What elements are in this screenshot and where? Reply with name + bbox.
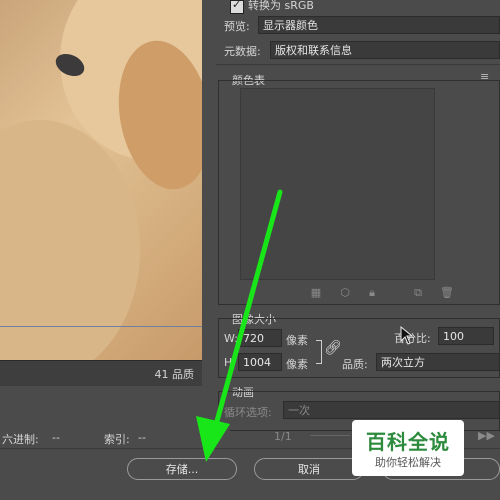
resample-quality-value: 两次立方 [381,356,425,369]
convert-srgb-label: 转换为 sRGB [248,0,314,12]
metadata-label: 元数据: [224,45,261,58]
frame-divider [310,435,350,436]
preview-quality-label: 41 品质 [154,368,195,381]
image-preview[interactable] [0,0,202,360]
percent-input[interactable]: 100 [438,327,494,345]
percent-value: 100 [443,330,464,343]
web-snap-icon[interactable]: ⬡ [339,287,351,299]
preview-select-value: 显示器颜色 [263,19,318,32]
hex-value: -- [52,431,60,444]
next-frame-icon[interactable]: ▶▶ [478,429,495,442]
mouse-cursor-icon [400,326,414,345]
arrow-shaft [211,189,283,435]
watermark-logo: 百科全说 助你轻松解决 [352,420,464,476]
annotation-arrow [196,189,283,462]
index-label: 索引: [104,433,130,446]
map-color-icon[interactable]: ▦ [310,287,322,299]
lock-icon[interactable]: 🔒︎ [366,287,378,299]
section-divider [216,64,500,65]
watermark-subtitle: 助你轻松解决 [375,456,441,469]
metadata-select[interactable]: 版权和联系信息 [270,41,500,59]
puppy-body [0,120,140,360]
preview-status: 41 品质 [0,360,202,386]
trash-icon[interactable]: 🗑︎ [440,287,454,299]
resample-quality-label: 品质: [342,358,368,371]
metadata-select-value: 版权和联系信息 [275,44,352,57]
convert-srgb-checkbox[interactable]: ✓ [230,0,244,14]
preview-guide-line [0,326,202,327]
check-icon: ✓ [232,0,242,11]
index-value: -- [138,431,146,444]
preview-select[interactable]: 显示器颜色 [258,16,500,34]
watermark-title: 百科全说 [366,430,450,454]
arrow-head [196,416,230,462]
preview-label: 预览: [224,20,250,33]
resample-quality-select[interactable]: 两次立方 [376,353,500,371]
cancel-button-label: 取消 [298,463,320,476]
hex-label: 六进制: [2,433,39,446]
new-color-icon[interactable]: ⧉ [412,287,424,299]
loop-options-select[interactable]: 一次 [283,401,500,419]
link-bracket [316,340,322,364]
chain-link-icon[interactable]: 🔗︎ [324,340,342,356]
